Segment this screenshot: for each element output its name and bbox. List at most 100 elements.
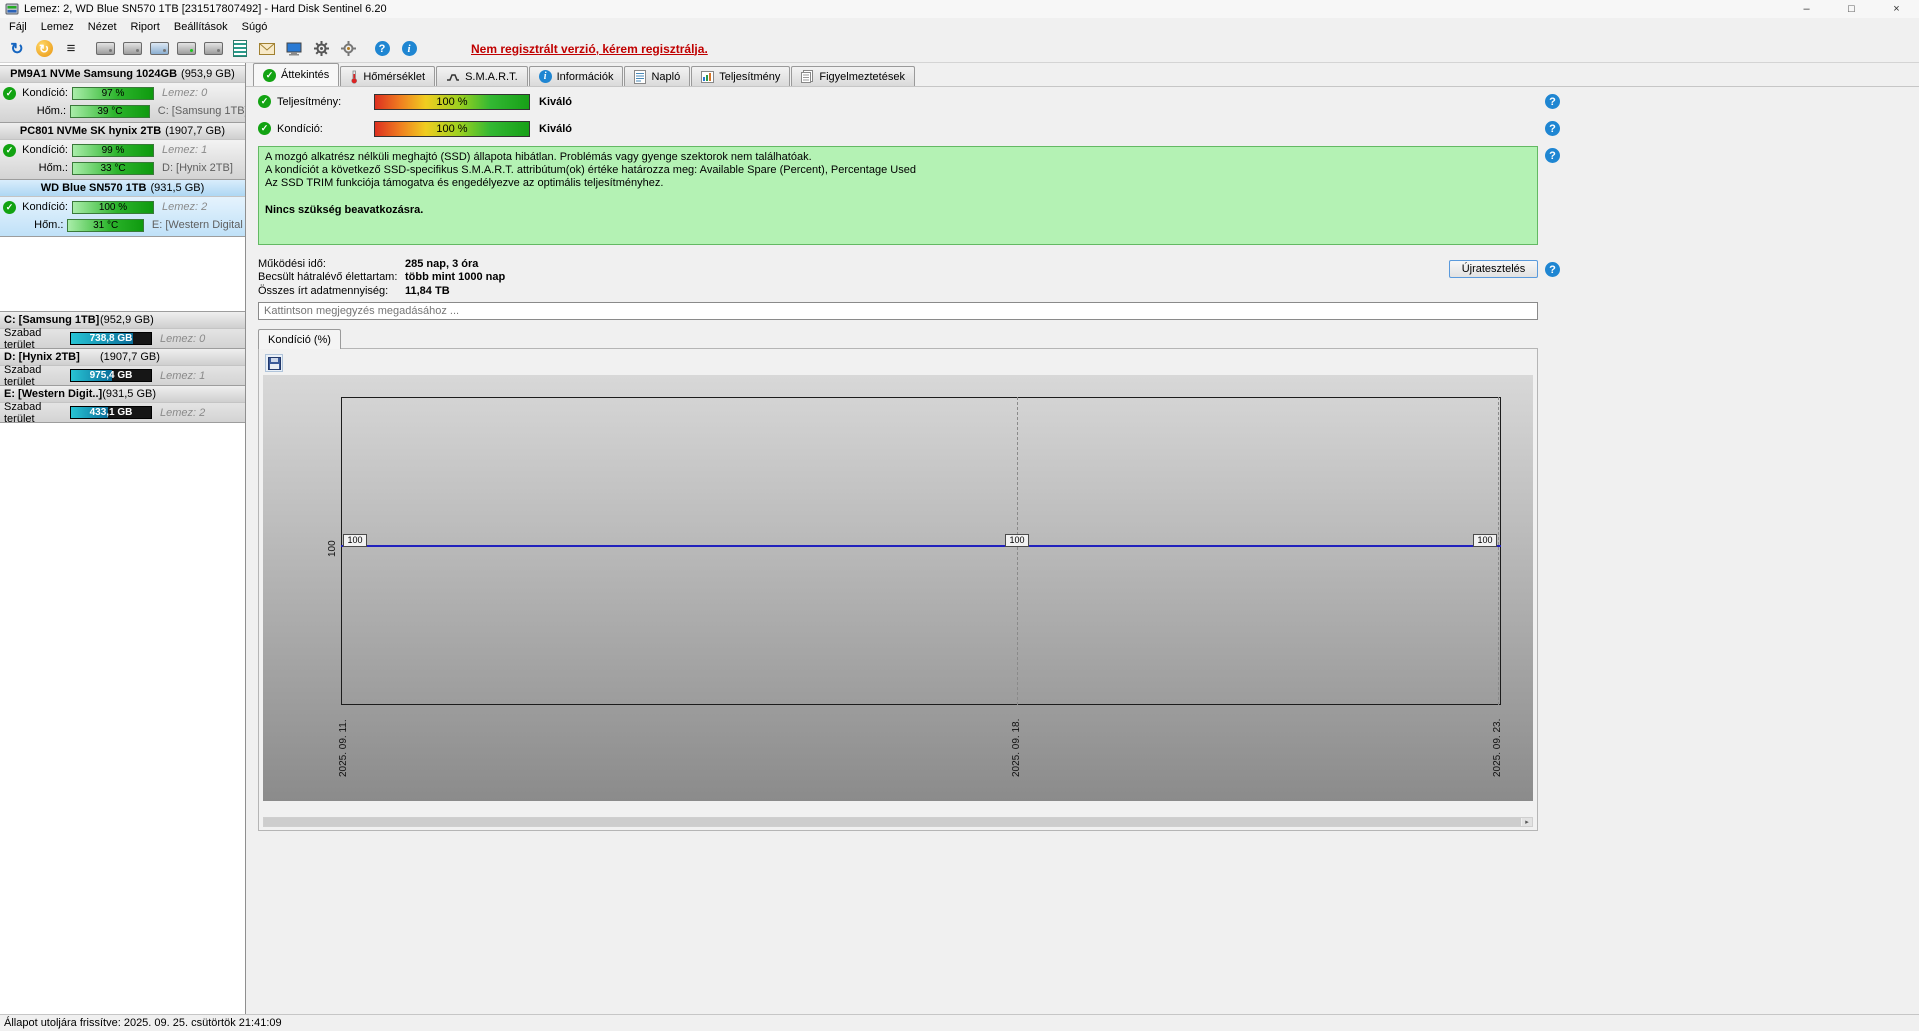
- maximize-button[interactable]: □: [1829, 0, 1874, 18]
- menu-sugo[interactable]: Súgó: [235, 20, 275, 34]
- health-advice: Nincs szükség beavatkozásra.: [265, 204, 424, 216]
- partition-name: D: [Hynix 2TB]: [4, 351, 80, 363]
- stat-label: Becsült hátralévő élettartam:: [258, 271, 398, 284]
- gridline-2025-09-18: [1017, 397, 1018, 705]
- hdd-test-icon[interactable]: [173, 37, 199, 61]
- preferences-gear-icon[interactable]: [335, 37, 361, 61]
- help-retest-icon[interactable]: ?: [1545, 262, 1560, 277]
- settings-gear-icon[interactable]: [308, 37, 334, 61]
- report-menu-icon[interactable]: ≡: [58, 37, 84, 61]
- app-icon: [5, 2, 19, 16]
- email-icon[interactable]: [254, 37, 280, 61]
- disk-name: WD Blue SN570 1TB: [40, 182, 147, 194]
- tab-homerseklet[interactable]: Hőmérséklet: [340, 66, 436, 86]
- condition-label: Kondíció:: [22, 87, 68, 99]
- disk-number: Lemez: 2: [160, 406, 206, 419]
- point-value-label: 100: [1005, 534, 1029, 547]
- disk-item-1[interactable]: PC801 NVMe SK hynix 2TB (1907,7 GB) ✓ Ko…: [0, 123, 245, 180]
- free-space-bar: 738,8 GB: [70, 332, 152, 345]
- ok-icon: ✓: [258, 122, 271, 135]
- partition-name: E: [Western Digit..]: [4, 388, 103, 400]
- text-report-icon[interactable]: [227, 37, 253, 61]
- health-ok-icon: ✓: [3, 200, 16, 214]
- status-bar: Állapot utoljára frissítve: 2025. 09. 25…: [0, 1014, 1919, 1031]
- menu-fajl[interactable]: Fájl: [2, 20, 34, 34]
- window-title: Lemez: 2, WD Blue SN570 1TB [23151780749…: [24, 3, 387, 15]
- health-ok-icon: ✓: [3, 143, 16, 157]
- partition-item-1[interactable]: D: [Hynix 2TB] (1907,7 GB) Szabad terüle…: [0, 349, 245, 388]
- condition-bar: 97 %: [72, 86, 154, 100]
- disk-size: (953,9 GB): [181, 68, 235, 80]
- main-tab-bar: ✓ Áttekintés Hőmérséklet S.M.A.R.T. i In…: [246, 63, 1919, 87]
- performance-label: Teljesítmény:: [277, 95, 342, 108]
- condition-chart-panel: 100 100 100 100 2025. 09. 11. 2025. 09. …: [258, 348, 1538, 831]
- drive-letter: C: [Samsung 1TB]: [157, 105, 245, 117]
- title-bar: Lemez: 2, WD Blue SN570 1TB [23151780749…: [0, 0, 1919, 18]
- menu-beallitasok[interactable]: Beállítások: [167, 20, 235, 34]
- chart-plot-area: [341, 397, 1501, 705]
- performance-row: ✓ Teljesítmény: 100 % Kiváló: [258, 93, 572, 110]
- condition-series-line: [341, 545, 1501, 547]
- free-space-label: Szabad terület: [4, 400, 42, 425]
- free-space-bar: 433,1 GB: [70, 406, 152, 419]
- stat-label: Összes írt adatmennyiség:: [258, 284, 389, 297]
- hdd-device-icon-1[interactable]: [92, 37, 118, 61]
- hdd-device-icon-2[interactable]: [119, 37, 145, 61]
- about-info-icon[interactable]: i: [396, 37, 422, 61]
- help-condition-icon[interactable]: ?: [1545, 121, 1560, 136]
- condition-rating: Kiváló: [539, 122, 573, 135]
- partition-item-2[interactable]: E: [Western Digit..] (931,5 GB) Szabad t…: [0, 386, 245, 425]
- health-line: A kondíciót a következő SSD-specifikus S…: [265, 164, 916, 176]
- disk-item-0[interactable]: PM9A1 NVMe Samsung 1024GB (953,9 GB) ✓ K…: [0, 66, 245, 123]
- partition-list: C: [Samsung 1TB] (952,9 GB) Szabad terül…: [0, 311, 245, 425]
- register-link[interactable]: Nem regisztrált verzió, kérem regisztrál…: [471, 42, 708, 56]
- disk-number: Lemez: 0: [160, 332, 206, 345]
- stat-value: 11,84 TB: [405, 284, 450, 297]
- menu-riport[interactable]: Riport: [124, 20, 167, 34]
- remote-monitor-icon[interactable]: [281, 37, 307, 61]
- disk-number: Lemez: 2: [162, 201, 208, 213]
- temperature-bar: 31 °C: [67, 218, 144, 232]
- hdd-device-icon-3[interactable]: [146, 37, 172, 61]
- temperature-label: Hőm.:: [34, 219, 64, 231]
- scroll-right-button[interactable]: ▸: [1522, 818, 1532, 826]
- check-icon: ✓: [263, 68, 276, 82]
- tab-figyelmeztetesek[interactable]: Figyelmeztetések: [791, 66, 915, 86]
- chart-tab-kondicio[interactable]: Kondíció (%): [258, 329, 341, 349]
- minimize-button[interactable]: –: [1784, 0, 1829, 18]
- sidebar: PM9A1 NVMe Samsung 1024GB (953,9 GB) ✓ K…: [0, 63, 246, 1014]
- help-icon[interactable]: ?: [369, 37, 395, 61]
- scrollbar-thumb[interactable]: [264, 818, 1521, 826]
- tab-naplo[interactable]: Napló: [624, 66, 691, 86]
- condition-label: Kondíció:: [22, 201, 68, 213]
- menu-nezet[interactable]: Nézet: [81, 20, 124, 34]
- condition-bar: 99 %: [72, 143, 154, 157]
- help-health-icon[interactable]: ?: [1545, 148, 1560, 163]
- lifetime-stats: Működési idő: 285 nap, 3 óra Becsült hát…: [258, 257, 505, 298]
- thermometer-icon: [350, 70, 358, 84]
- retest-button[interactable]: Újratesztelés: [1449, 260, 1538, 278]
- chart-horizontal-scrollbar[interactable]: ▸: [263, 817, 1533, 827]
- tab-informaciok[interactable]: i Információk: [528, 66, 624, 86]
- tab-smart[interactable]: S.M.A.R.T.: [436, 66, 528, 86]
- point-value-label: 100: [1473, 534, 1497, 547]
- comment-input[interactable]: [258, 302, 1538, 320]
- drive-letter: D: [Hynix 2TB]: [162, 162, 233, 174]
- tab-teljesitmeny[interactable]: Teljesítmény: [691, 66, 791, 86]
- disk-item-2-selected[interactable]: WD Blue SN570 1TB (931,5 GB) ✓ Kondíció:…: [0, 180, 245, 237]
- refresh-icon[interactable]: ↻: [4, 37, 30, 61]
- hdd-surface-icon[interactable]: [200, 37, 226, 61]
- menu-lemez[interactable]: Lemez: [34, 20, 81, 34]
- performance-rating: Kiváló: [539, 95, 573, 108]
- temperature-bar: 39 °C: [70, 104, 150, 118]
- detect-disks-icon[interactable]: ↻: [31, 37, 57, 61]
- partition-item-0[interactable]: C: [Samsung 1TB] (952,9 GB) Szabad terül…: [0, 312, 245, 351]
- disk-size: (931,5 GB): [150, 182, 205, 194]
- partition-size: (952,9 GB): [100, 314, 154, 326]
- close-button[interactable]: ×: [1874, 0, 1919, 18]
- menu-bar: Fájl Lemez Nézet Riport Beállítások Súgó: [0, 18, 1919, 35]
- tab-attekintes[interactable]: ✓ Áttekintés: [253, 63, 340, 86]
- floppy-icon: [267, 356, 281, 370]
- help-performance-icon[interactable]: ?: [1545, 94, 1560, 109]
- save-chart-button[interactable]: [265, 354, 283, 372]
